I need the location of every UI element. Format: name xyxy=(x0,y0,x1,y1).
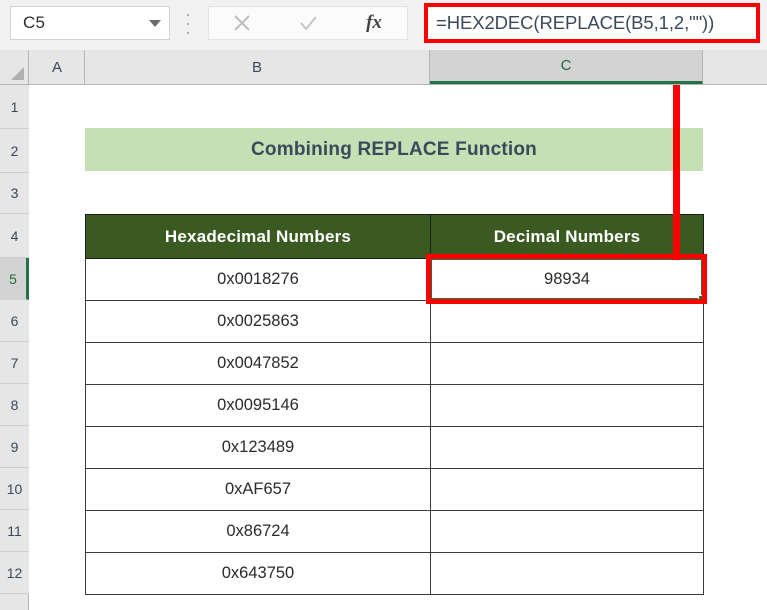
close-icon[interactable] xyxy=(216,7,268,39)
fx-icon-label: fx xyxy=(366,12,382,33)
worksheet-grid: Combining REPLACE Function Hexadecimal N… xyxy=(30,85,767,610)
table-row: 0x0047852 xyxy=(85,342,704,385)
row-header-7[interactable]: 7 xyxy=(0,342,29,384)
cell-dec[interactable] xyxy=(430,384,704,427)
formula-bar-buttons: fx xyxy=(208,6,408,40)
fx-icon[interactable]: fx xyxy=(348,7,400,39)
row-header-8[interactable]: 8 xyxy=(0,384,29,426)
row-header-2[interactable]: 2 xyxy=(0,129,29,173)
row-header-5[interactable]: 5 xyxy=(0,258,29,300)
row-header-10[interactable]: 10 xyxy=(0,468,29,510)
cell-dec[interactable] xyxy=(430,342,704,385)
formula-bar: C5 fx =HEX2DEC(REPLACE(B5,1,2,"")) xyxy=(0,0,767,50)
table-row: 0x0095146 xyxy=(85,384,704,427)
row-header-9[interactable]: 9 xyxy=(0,426,29,468)
table-header-hexadecimal[interactable]: Hexadecimal Numbers xyxy=(85,214,431,259)
grip-dot xyxy=(187,32,189,34)
cell-hex[interactable]: 0x0025863 xyxy=(85,300,431,343)
table-row: 0x643750 xyxy=(85,552,704,595)
grip-dot xyxy=(187,23,189,25)
check-icon[interactable] xyxy=(282,7,334,39)
chevron-down-icon[interactable] xyxy=(149,19,161,27)
title-banner-text: Combining REPLACE Function xyxy=(251,138,537,160)
cell-hex[interactable]: 0x0018276 xyxy=(85,258,431,301)
formula-input: =HEX2DEC(REPLACE(B5,1,2,"")) xyxy=(436,12,715,33)
table-row: 0x0025863 xyxy=(85,300,704,343)
table-header-decimal[interactable]: Decimal Numbers xyxy=(430,214,704,259)
cell-hex[interactable]: 0x0095146 xyxy=(85,384,431,427)
formula-input-container[interactable]: =HEX2DEC(REPLACE(B5,1,2,"")) xyxy=(424,3,760,43)
row-header-column: 1 2 3 4 5 6 7 8 9 10 11 12 xyxy=(0,85,29,610)
name-box-value: C5 xyxy=(23,13,46,32)
column-header-row: A B C xyxy=(0,50,767,85)
cell-dec[interactable]: 98934 xyxy=(430,258,704,301)
select-all-triangle-icon xyxy=(11,67,24,80)
cell-dec[interactable] xyxy=(430,300,704,343)
name-box[interactable]: C5 xyxy=(10,6,170,40)
row-header-11[interactable]: 11 xyxy=(0,510,29,552)
red-up-arrow-icon xyxy=(673,85,680,260)
row-header-4[interactable]: 4 xyxy=(0,214,29,258)
formula-bar-grip xyxy=(186,14,190,34)
row-header-12[interactable]: 12 xyxy=(0,552,29,594)
grip-dot xyxy=(187,14,189,16)
table-header-row: Hexadecimal Numbers Decimal Numbers xyxy=(85,214,704,259)
table-row: 0x86724 xyxy=(85,510,704,553)
row-header-3[interactable]: 3 xyxy=(0,173,29,214)
column-header-c[interactable]: C xyxy=(430,50,703,84)
table-row: 0x123489 xyxy=(85,426,704,469)
row-header-1[interactable]: 1 xyxy=(0,85,29,129)
cell-hex[interactable]: 0x643750 xyxy=(85,552,431,595)
cell-dec[interactable] xyxy=(430,468,704,511)
table-row: 0x0018276 98934 xyxy=(85,258,704,301)
cell-dec[interactable] xyxy=(430,426,704,469)
cell-hex[interactable]: 0x86724 xyxy=(85,510,431,553)
cell-hex[interactable]: 0x0047852 xyxy=(85,342,431,385)
table-row: 0xAF657 xyxy=(85,468,704,511)
cell-dec[interactable] xyxy=(430,552,704,595)
cell-dec[interactable] xyxy=(430,510,704,553)
select-all-button[interactable] xyxy=(0,50,29,84)
column-header-a[interactable]: A xyxy=(30,50,85,84)
cell-hex[interactable]: 0xAF657 xyxy=(85,468,431,511)
title-banner[interactable]: Combining REPLACE Function xyxy=(85,128,703,171)
data-table: Hexadecimal Numbers Decimal Numbers 0x00… xyxy=(85,214,704,595)
excel-worksheet-screenshot: C5 fx =HEX2DEC(REPLACE(B5,1,2,"")) A B C… xyxy=(0,0,767,610)
column-header-b[interactable]: B xyxy=(85,50,430,84)
row-header-6[interactable]: 6 xyxy=(0,300,29,342)
cell-hex[interactable]: 0x123489 xyxy=(85,426,431,469)
